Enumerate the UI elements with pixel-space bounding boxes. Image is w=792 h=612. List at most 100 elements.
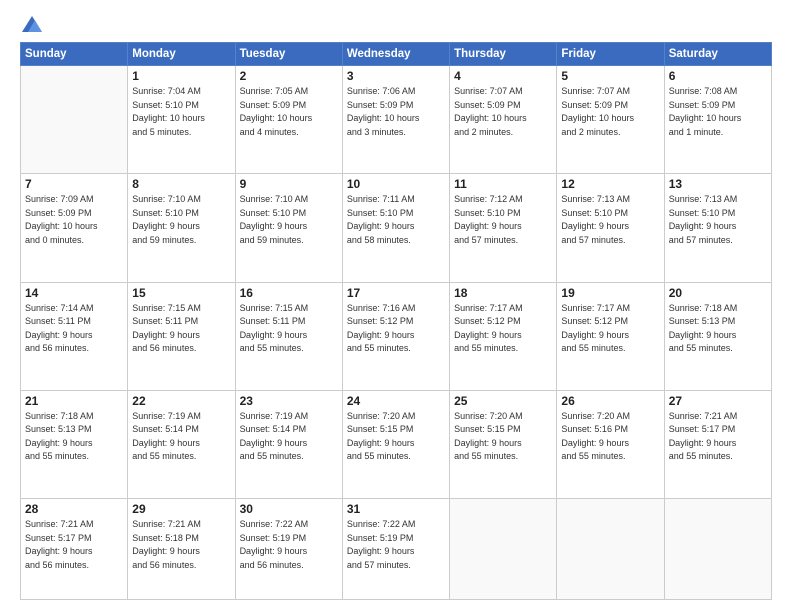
day-number: 13 <box>669 177 767 191</box>
calendar-day-cell: 8Sunrise: 7:10 AM Sunset: 5:10 PM Daylig… <box>128 174 235 282</box>
day-number: 16 <box>240 286 338 300</box>
day-info: Sunrise: 7:17 AM Sunset: 5:12 PM Dayligh… <box>454 302 552 356</box>
day-number: 4 <box>454 69 552 83</box>
day-info: Sunrise: 7:21 AM Sunset: 5:17 PM Dayligh… <box>25 518 123 572</box>
day-number: 5 <box>561 69 659 83</box>
day-number: 22 <box>132 394 230 408</box>
day-info: Sunrise: 7:13 AM Sunset: 5:10 PM Dayligh… <box>561 193 659 247</box>
calendar-week-row: 21Sunrise: 7:18 AM Sunset: 5:13 PM Dayli… <box>21 390 772 498</box>
day-number: 10 <box>347 177 445 191</box>
day-info: Sunrise: 7:11 AM Sunset: 5:10 PM Dayligh… <box>347 193 445 247</box>
header <box>20 16 772 32</box>
day-number: 29 <box>132 502 230 516</box>
calendar-day-cell: 13 Sunrise: 7:13 AM Sunset: 5:10 PM Dayli… <box>664 174 771 282</box>
day-number: 20 <box>669 286 767 300</box>
calendar-day-cell: 1Sunrise: 7:04 AM Sunset: 5:10 PM Daylig… <box>128 66 235 174</box>
day-number: 14 <box>25 286 123 300</box>
logo-icon <box>22 16 42 32</box>
day-info: Sunrise: 7:22 AM Sunset: 5:19 PM Dayligh… <box>347 518 445 572</box>
day-number: 3 <box>347 69 445 83</box>
day-info: Sunrise: 7:15 AM Sunset: 5:11 PM Dayligh… <box>240 302 338 356</box>
calendar-day-cell <box>450 499 557 600</box>
day-number: 1 <box>132 69 230 83</box>
calendar-day-cell: 3 Sunrise: 7:06 AM Sunset: 5:09 PM Daylig… <box>342 66 449 174</box>
logo <box>20 16 42 32</box>
weekday-header: Monday <box>128 43 235 66</box>
day-number: 19 <box>561 286 659 300</box>
day-number: 28 <box>25 502 123 516</box>
day-number: 26 <box>561 394 659 408</box>
day-info: Sunrise: 7:18 AM Sunset: 5:13 PM Dayligh… <box>669 302 767 356</box>
calendar-day-cell: 7 Sunrise: 7:09 AM Sunset: 5:09 PM Daylig… <box>21 174 128 282</box>
calendar-day-cell: 17 Sunrise: 7:16 AM Sunset: 5:12 PM Dayli… <box>342 282 449 390</box>
day-info: Sunrise: 7:05 AM Sunset: 5:09 PM Dayligh… <box>240 85 338 139</box>
day-info: Sunrise: 7:14 AM Sunset: 5:11 PM Dayligh… <box>25 302 123 356</box>
calendar-day-cell: 11 Sunrise: 7:12 AM Sunset: 5:10 PM Dayli… <box>450 174 557 282</box>
calendar-day-cell: 5 Sunrise: 7:07 AM Sunset: 5:09 PM Daylig… <box>557 66 664 174</box>
day-number: 7 <box>25 177 123 191</box>
day-number: 12 <box>561 177 659 191</box>
day-info: Sunrise: 7:06 AM Sunset: 5:09 PM Dayligh… <box>347 85 445 139</box>
weekday-header: Friday <box>557 43 664 66</box>
calendar-day-cell: 12 Sunrise: 7:13 AM Sunset: 5:10 PM Dayli… <box>557 174 664 282</box>
calendar-day-cell: 30 Sunrise: 7:22 AM Sunset: 5:19 PM Dayli… <box>235 499 342 600</box>
day-info: Sunrise: 7:22 AM Sunset: 5:19 PM Dayligh… <box>240 518 338 572</box>
day-number: 18 <box>454 286 552 300</box>
calendar-week-row: 14 Sunrise: 7:14 AM Sunset: 5:11 PM Dayli… <box>21 282 772 390</box>
day-info: Sunrise: 7:21 AM Sunset: 5:17 PM Dayligh… <box>669 410 767 464</box>
calendar-day-cell: 9Sunrise: 7:10 AM Sunset: 5:10 PM Daylig… <box>235 174 342 282</box>
page: SundayMondayTuesdayWednesdayThursdayFrid… <box>0 0 792 612</box>
day-number: 30 <box>240 502 338 516</box>
day-info: Sunrise: 7:20 AM Sunset: 5:16 PM Dayligh… <box>561 410 659 464</box>
weekday-header: Sunday <box>21 43 128 66</box>
day-number: 6 <box>669 69 767 83</box>
day-info: Sunrise: 7:19 AM Sunset: 5:14 PM Dayligh… <box>240 410 338 464</box>
day-info: Sunrise: 7:12 AM Sunset: 5:10 PM Dayligh… <box>454 193 552 247</box>
calendar-day-cell: 31 Sunrise: 7:22 AM Sunset: 5:19 PM Dayli… <box>342 499 449 600</box>
day-info: Sunrise: 7:13 AM Sunset: 5:10 PM Dayligh… <box>669 193 767 247</box>
calendar-day-cell: 23 Sunrise: 7:19 AM Sunset: 5:14 PM Dayli… <box>235 390 342 498</box>
day-number: 9 <box>240 177 338 191</box>
day-info: Sunrise: 7:07 AM Sunset: 5:09 PM Dayligh… <box>561 85 659 139</box>
calendar-day-cell: 14 Sunrise: 7:14 AM Sunset: 5:11 PM Dayli… <box>21 282 128 390</box>
calendar-day-cell: 28 Sunrise: 7:21 AM Sunset: 5:17 PM Dayli… <box>21 499 128 600</box>
calendar-week-row: 7 Sunrise: 7:09 AM Sunset: 5:09 PM Daylig… <box>21 174 772 282</box>
calendar-day-cell <box>557 499 664 600</box>
day-info: Sunrise: 7:07 AM Sunset: 5:09 PM Dayligh… <box>454 85 552 139</box>
calendar-week-row: 28 Sunrise: 7:21 AM Sunset: 5:17 PM Dayli… <box>21 499 772 600</box>
calendar-day-cell: 18 Sunrise: 7:17 AM Sunset: 5:12 PM Dayli… <box>450 282 557 390</box>
day-info: Sunrise: 7:09 AM Sunset: 5:09 PM Dayligh… <box>25 193 123 247</box>
day-info: Sunrise: 7:20 AM Sunset: 5:15 PM Dayligh… <box>454 410 552 464</box>
day-number: 21 <box>25 394 123 408</box>
calendar-day-cell <box>664 499 771 600</box>
day-number: 8 <box>132 177 230 191</box>
calendar-day-cell: 21Sunrise: 7:18 AM Sunset: 5:13 PM Dayli… <box>21 390 128 498</box>
day-number: 2 <box>240 69 338 83</box>
day-number: 27 <box>669 394 767 408</box>
calendar-day-cell: 16 Sunrise: 7:15 AM Sunset: 5:11 PM Dayli… <box>235 282 342 390</box>
calendar-day-cell: 19Sunrise: 7:17 AM Sunset: 5:12 PM Dayli… <box>557 282 664 390</box>
weekday-header: Wednesday <box>342 43 449 66</box>
day-info: Sunrise: 7:19 AM Sunset: 5:14 PM Dayligh… <box>132 410 230 464</box>
calendar-day-cell: 22 Sunrise: 7:19 AM Sunset: 5:14 PM Dayli… <box>128 390 235 498</box>
weekday-header: Tuesday <box>235 43 342 66</box>
day-info: Sunrise: 7:16 AM Sunset: 5:12 PM Dayligh… <box>347 302 445 356</box>
calendar-day-cell: 2 Sunrise: 7:05 AM Sunset: 5:09 PM Daylig… <box>235 66 342 174</box>
calendar-day-cell: 29 Sunrise: 7:21 AM Sunset: 5:18 PM Dayli… <box>128 499 235 600</box>
calendar: SundayMondayTuesdayWednesdayThursdayFrid… <box>20 42 772 600</box>
calendar-day-cell: 25Sunrise: 7:20 AM Sunset: 5:15 PM Dayli… <box>450 390 557 498</box>
day-number: 17 <box>347 286 445 300</box>
day-info: Sunrise: 7:15 AM Sunset: 5:11 PM Dayligh… <box>132 302 230 356</box>
day-info: Sunrise: 7:20 AM Sunset: 5:15 PM Dayligh… <box>347 410 445 464</box>
calendar-day-cell: 27 Sunrise: 7:21 AM Sunset: 5:17 PM Dayli… <box>664 390 771 498</box>
day-info: Sunrise: 7:21 AM Sunset: 5:18 PM Dayligh… <box>132 518 230 572</box>
day-info: Sunrise: 7:08 AM Sunset: 5:09 PM Dayligh… <box>669 85 767 139</box>
calendar-day-cell: 26 Sunrise: 7:20 AM Sunset: 5:16 PM Dayli… <box>557 390 664 498</box>
day-number: 11 <box>454 177 552 191</box>
calendar-day-cell: 10 Sunrise: 7:11 AM Sunset: 5:10 PM Dayli… <box>342 174 449 282</box>
weekday-header: Saturday <box>664 43 771 66</box>
day-number: 31 <box>347 502 445 516</box>
weekday-header: Thursday <box>450 43 557 66</box>
day-number: 23 <box>240 394 338 408</box>
calendar-day-cell: 24Sunrise: 7:20 AM Sunset: 5:15 PM Dayli… <box>342 390 449 498</box>
